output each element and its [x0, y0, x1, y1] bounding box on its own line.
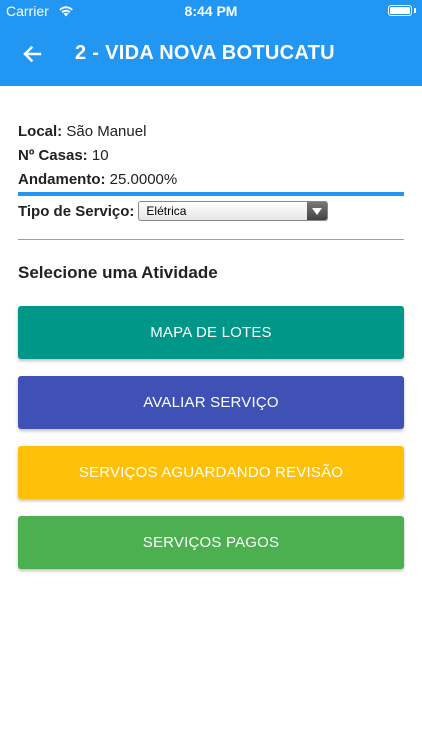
houses-label: Nº Casas: — [18, 147, 88, 164]
arrow-left-icon — [23, 45, 42, 63]
progress-bar-fill — [18, 192, 404, 196]
progress-value: 25.0000% — [105, 171, 178, 188]
battery-icon — [388, 5, 412, 16]
app-bar: 2 - VIDA NOVA BOTUCATU — [0, 22, 422, 86]
local-label: Local: — [18, 123, 63, 140]
status-bar: Carrier 8:44 PM — [0, 0, 422, 22]
houses-value: 10 — [87, 147, 109, 164]
back-button[interactable] — [12, 34, 52, 74]
paid-services-button[interactable]: SERVIÇOS PAGOS — [18, 516, 404, 569]
progress-row: Andamento: 25.0000% — [18, 170, 404, 194]
evaluate-service-button[interactable]: AVALIAR SERVIÇO — [18, 376, 404, 429]
lot-map-button[interactable]: MAPA DE LOTES — [18, 306, 404, 359]
progress-bar — [18, 192, 404, 196]
service-type-label: Tipo de Serviço: — [18, 202, 135, 220]
service-type-select[interactable]: Elétrica — [138, 201, 329, 221]
section-title: Selecione uma Atividade — [18, 263, 218, 282]
local-row: Local: São Manuel — [18, 122, 404, 146]
houses-row: Nº Casas: 10 — [18, 146, 404, 170]
service-type-value: Elétrica — [146, 204, 187, 218]
divider — [18, 239, 404, 240]
local-value: São Manuel — [62, 123, 147, 140]
battery-tip — [414, 8, 416, 13]
clock: 8:44 PM — [184, 3, 238, 19]
chevron-down-icon — [307, 202, 328, 220]
pending-review-button[interactable]: SERVIÇOS AGUARDANDO REVISÃO — [18, 446, 404, 499]
page-title: 2 - VIDA NOVA BOTUCATU — [75, 42, 335, 64]
service-type-row: Tipo de Serviço: Elétrica — [18, 200, 329, 222]
project-info: Local: São Manuel Nº Casas: 10 Andamento… — [18, 122, 404, 194]
progress-label: Andamento: — [18, 171, 106, 188]
